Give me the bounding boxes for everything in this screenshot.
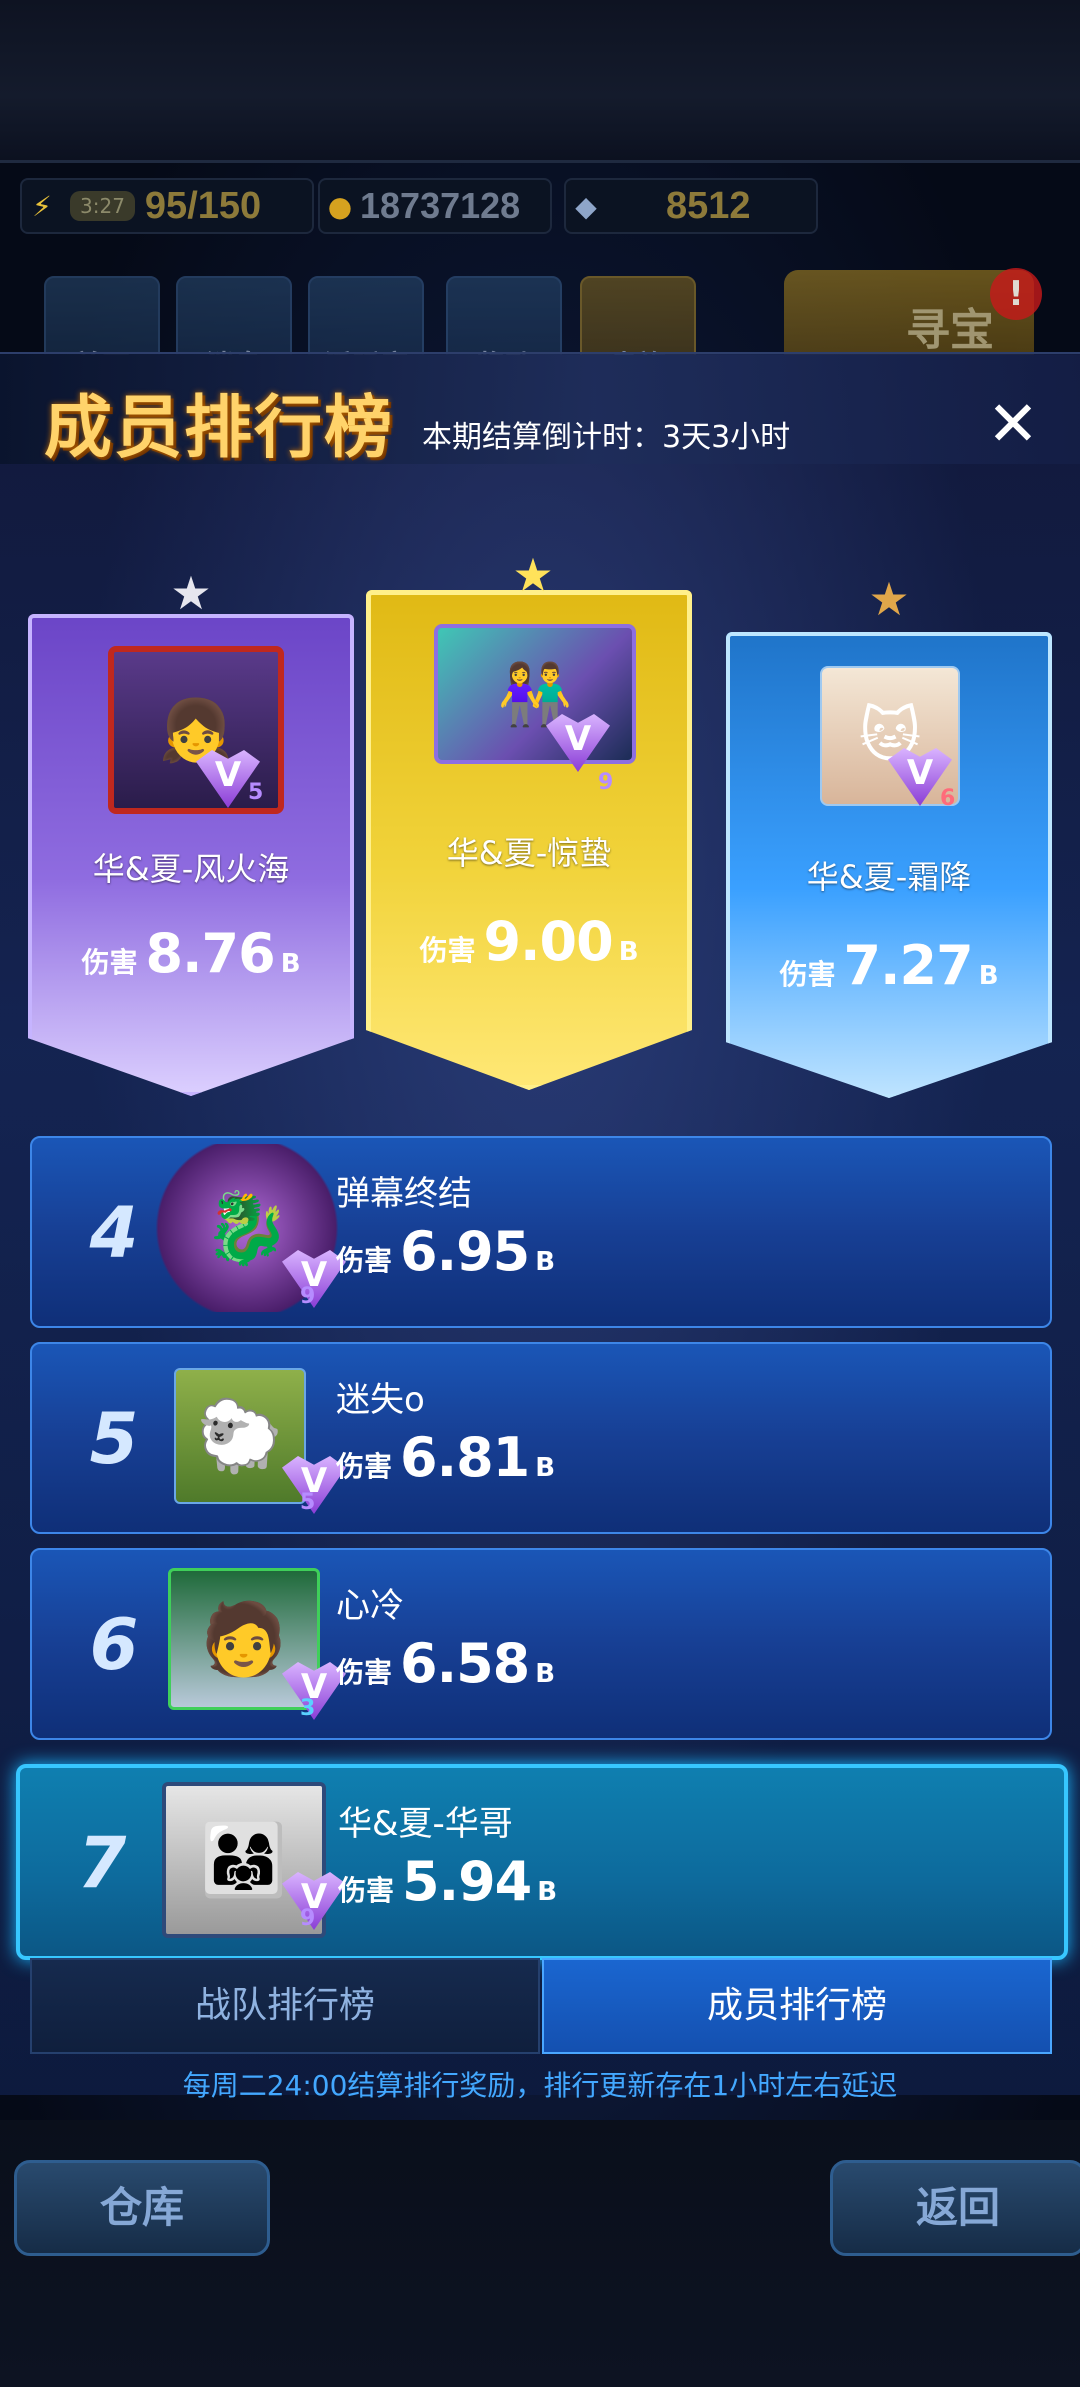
player-name: 华&夏-风火海	[92, 850, 290, 888]
rank-number: 5	[89, 1398, 139, 1480]
player-damage: 伤害 6.95 B	[336, 1220, 556, 1283]
rank-row-4[interactable]: 4 🐉 V 9 弹幕终结 伤害 6.95 B	[30, 1136, 1052, 1328]
player-damage: 伤害 9.00 B	[419, 910, 639, 973]
ranking-tabs: 战队排行榜 成员排行榜	[30, 1958, 1052, 2054]
player-name: 华&夏-霜降	[806, 858, 972, 896]
settlement-note: 每周二24:00结算排行奖励，排行更新存在1小时左右延迟	[182, 2069, 898, 2102]
close-icon[interactable]: ✕	[983, 393, 1043, 456]
player-damage: 伤害 8.76 B	[81, 922, 301, 985]
player-damage: 伤害 6.58 B	[336, 1632, 556, 1695]
energy-current: 95	[144, 184, 188, 227]
rank-row-self[interactable]: 7 👨‍👩‍👧 V 9 华&夏-华哥 伤害 5.94 B	[16, 1764, 1068, 1960]
rank-number: 7	[77, 1822, 127, 1904]
energy-bar[interactable]: ⚡ 3:27 95 /150	[20, 178, 314, 234]
coin-count: 18737128	[360, 185, 521, 226]
tab-member-ranking[interactable]: 成员排行榜	[542, 1958, 1052, 2054]
player-damage: 伤害 7.27 B	[779, 934, 999, 997]
warehouse-button[interactable]: 仓库	[14, 2160, 270, 2256]
silver-crest-icon: ★	[170, 566, 212, 620]
player-name: 弹幕终结	[336, 1174, 472, 1214]
bronze-crest-icon: ★	[868, 572, 910, 626]
player-name: 心冷	[336, 1586, 404, 1626]
energy-max: /150	[187, 184, 262, 227]
gold-crest-icon: ★	[512, 548, 554, 602]
gem-icon: ◆	[575, 189, 597, 223]
player-name: 华&夏-惊蛰	[446, 834, 612, 872]
rank-row-6[interactable]: 6 🧑 V 3 心冷 伤害 6.58 B	[30, 1548, 1052, 1740]
energy-timer: 3:27	[70, 191, 135, 221]
coin-bar[interactable]: ● 18737128	[318, 178, 552, 234]
top-frame	[0, 0, 1080, 163]
lightning-icon: ⚡	[32, 189, 52, 223]
rank-number: 6	[89, 1604, 139, 1686]
player-name: 迷失o	[336, 1380, 425, 1420]
gem-count: 8512	[666, 184, 751, 227]
avatar: 🐱	[820, 666, 960, 806]
notification-badge: !	[990, 268, 1042, 320]
player-damage: 伤害 6.81 B	[336, 1426, 556, 1489]
avatar: 🐑	[174, 1368, 306, 1504]
coin-icon: ●	[327, 189, 353, 223]
modal-title: 成员排行榜	[44, 389, 395, 468]
tab-team-ranking[interactable]: 战队排行榜	[30, 1958, 540, 2054]
rank-row-5[interactable]: 5 🐑 V 5 迷失o 伤害 6.81 B	[30, 1342, 1052, 1534]
gem-bar[interactable]: ◆ 8512	[564, 178, 818, 234]
settlement-countdown: 本期结算倒计时：3天3小时	[422, 420, 791, 455]
rank-number: 4	[89, 1192, 139, 1274]
player-damage: 伤害 5.94 B	[338, 1850, 558, 1913]
player-name: 华&夏-华哥	[338, 1804, 513, 1844]
avatar: 👫	[434, 624, 636, 764]
back-button[interactable]: 返回	[830, 2160, 1080, 2256]
